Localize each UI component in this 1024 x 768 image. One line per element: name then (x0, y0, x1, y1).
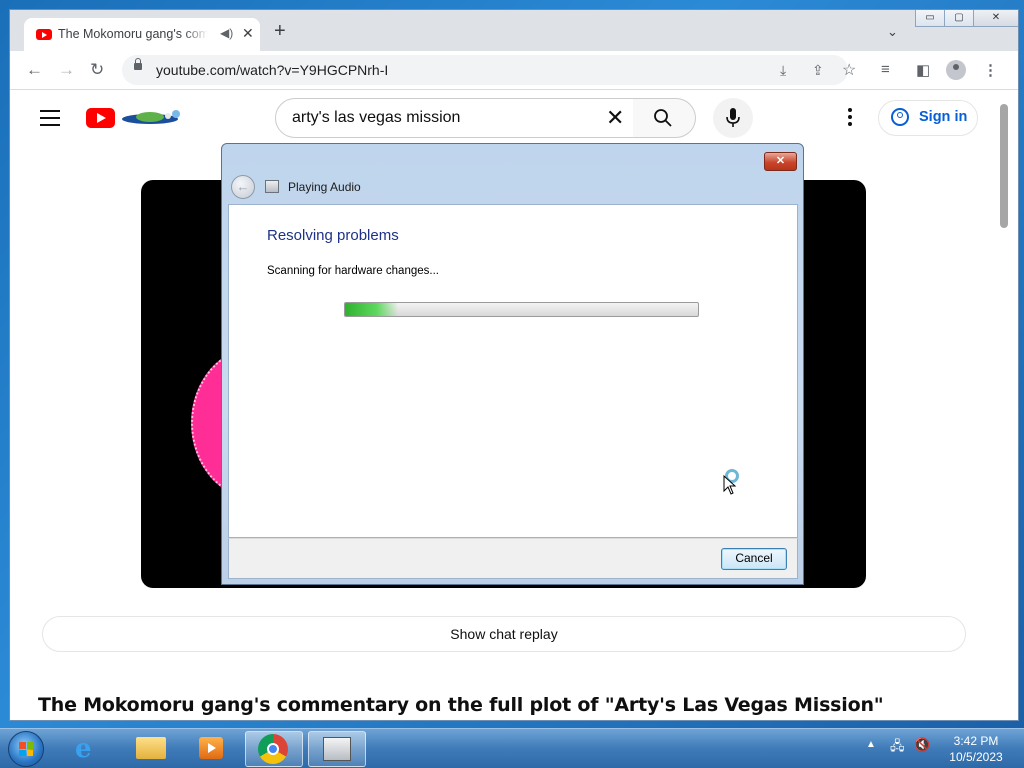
windows-taskbar: e ▲ 🖧 🔇 3:42 PM 10/5/2023 (0, 728, 1024, 768)
search-input[interactable]: arty's las vegas mission (292, 109, 460, 127)
status-text: Scanning for hardware changes... (267, 265, 439, 277)
youtube-logo[interactable] (86, 108, 115, 128)
youtube-doodle-logo[interactable] (120, 108, 184, 128)
microphone-icon (726, 108, 740, 127)
install-app-icon[interactable]: ⤓ (780, 62, 786, 79)
network-icon[interactable]: 🖧 (890, 737, 905, 759)
browser-toolbar: ← → ↻ youtube.com/watch?v=Y9HGCPNrh-I ⤓ … (10, 51, 1018, 90)
dialog-footer: Cancel (228, 538, 798, 579)
settings-more-icon[interactable] (848, 108, 852, 129)
dialog-title: Playing Audio (288, 180, 361, 194)
media-player-icon[interactable] (199, 737, 223, 759)
profile-avatar-icon[interactable] (946, 60, 966, 80)
show-chat-replay-button[interactable]: Show chat replay (42, 616, 966, 652)
tab-search-chevron-icon[interactable]: ⌄ (887, 24, 898, 40)
clear-search-icon[interactable]: ✕ (606, 105, 624, 131)
url-text[interactable]: youtube.com/watch?v=Y9HGCPNrh-I (156, 62, 388, 78)
internet-explorer-icon[interactable]: e (75, 734, 92, 764)
side-panel-icon[interactable]: ◧ (916, 61, 930, 79)
new-tab-button[interactable]: + (274, 21, 286, 41)
mouse-pointer-icon (723, 475, 737, 495)
account-icon (891, 108, 909, 126)
window-controls: ▭ ▢ ✕ (915, 10, 1018, 28)
tab-strip: The Mokomoru gang's commentary on the fu… (10, 10, 1018, 51)
cancel-button[interactable]: Cancel (721, 548, 787, 570)
volume-muted-icon[interactable]: 🔇 (914, 737, 930, 753)
hamburger-menu-icon[interactable] (40, 110, 60, 131)
chrome-icon[interactable] (258, 734, 288, 764)
media-queue-icon[interactable]: ≡ (881, 61, 890, 78)
system-clock[interactable]: 3:42 PM 10/5/2023 (942, 733, 1010, 765)
search-box[interactable]: arty's las vegas mission ✕ (275, 98, 635, 138)
clock-date: 10/5/2023 (949, 750, 1003, 764)
share-icon[interactable]: ⇪ (812, 62, 824, 79)
search-button[interactable] (633, 98, 696, 138)
speaker-icon[interactable]: ◀) (220, 26, 233, 40)
show-hidden-icons-icon[interactable]: ▲ (866, 739, 876, 750)
reload-icon[interactable]: ↻ (90, 60, 104, 80)
back-arrow-icon[interactable]: ← (26, 60, 43, 80)
tab-close-icon[interactable]: ✕ (242, 25, 254, 42)
windows-logo-icon (19, 742, 33, 756)
page-scrollbar[interactable] (998, 90, 1010, 720)
address-bar[interactable]: youtube.com/watch?v=Y9HGCPNrh-I ⤓ ⇪ ☆ (122, 55, 856, 85)
scrollbar-thumb[interactable] (1000, 104, 1008, 228)
dialog-heading: Resolving problems (267, 227, 399, 244)
maximize-button[interactable]: ▢ (944, 10, 974, 27)
forward-arrow-icon[interactable]: → (58, 60, 75, 80)
troubleshooter-taskbar-icon[interactable] (323, 737, 351, 761)
chrome-menu-icon[interactable]: ⋮ (983, 61, 998, 79)
close-window-button[interactable]: ✕ (973, 10, 1018, 27)
progress-bar (344, 302, 699, 317)
dialog-close-button[interactable]: ✕ (764, 152, 797, 171)
bookmark-star-icon[interactable]: ☆ (842, 60, 856, 80)
clock-time: 3:42 PM (953, 734, 999, 748)
sign-in-button[interactable]: Sign in (878, 100, 978, 136)
file-explorer-icon[interactable] (136, 737, 166, 759)
tab-title: The Mokomoru gang's commentary on the fu… (58, 27, 208, 41)
minimize-button[interactable]: ▭ (915, 10, 945, 27)
back-arrow-icon[interactable]: ← (231, 175, 255, 199)
dialog-content: Resolving problems Scanning for hardware… (228, 204, 798, 538)
video-title: The Mokomoru gang's commentary on the fu… (38, 694, 884, 716)
youtube-favicon-icon (36, 29, 52, 40)
progress-fill (345, 303, 398, 316)
troubleshooter-app-icon (265, 180, 279, 193)
troubleshooter-dialog: ✕ ← Playing Audio Resolving problems Sca… (221, 143, 804, 585)
lock-icon[interactable] (134, 58, 142, 70)
search-icon (654, 109, 672, 127)
sign-in-label: Sign in (919, 109, 968, 125)
voice-search-button[interactable] (713, 98, 753, 138)
browser-tab-youtube[interactable]: The Mokomoru gang's commentary on the fu… (24, 18, 260, 51)
start-button[interactable] (8, 731, 44, 767)
